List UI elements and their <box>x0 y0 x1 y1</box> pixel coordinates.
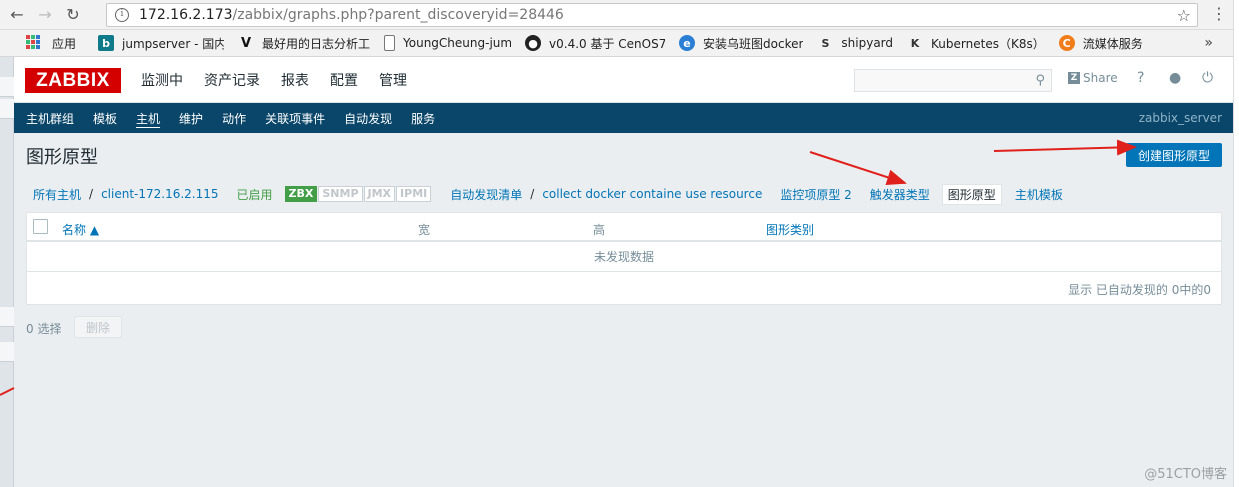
bookmark-shipyard[interactable]: Sshipyard <box>817 35 893 51</box>
bookmark-github[interactable]: ● v0.4.0 基于 CenOS7 <box>525 35 665 52</box>
bookmark-star-icon[interactable]: ☆ <box>1177 6 1191 25</box>
github-icon: ● <box>525 35 542 51</box>
selected-count: 0 选择 <box>26 322 62 336</box>
forward-arrow-icon[interactable]: → <box>34 4 56 26</box>
server-name: zabbix_server <box>1138 111 1222 125</box>
availability-ipmi: IPMI <box>396 186 432 202</box>
tab-graph-prototypes[interactable]: 图形原型 <box>941 183 1002 205</box>
breadcrumb-host[interactable]: client-172.16.2.115 <box>101 187 218 201</box>
page-title: 图形原型 <box>26 147 98 168</box>
zabbix-header: ZABBIX 监测中 资产记录 报表 配置 管理 ⚲ Z Share ? ● ⏻ <box>14 57 1233 103</box>
availability-jmx: JMX <box>363 186 396 202</box>
address-bar[interactable]: i 172.16.2.173/zabbix/graphs.php?parent_… <box>106 3 1198 27</box>
subnav-host-groups[interactable]: 主机群组 <box>26 110 74 127</box>
subnav-event-correlation[interactable]: 关联项事件 <box>265 110 325 127</box>
user-profile-icon[interactable]: ● <box>1169 70 1181 86</box>
help-icon[interactable]: ? <box>1137 70 1144 86</box>
status-badge[interactable]: 已启用 <box>237 186 273 203</box>
zabbix-share-icon: Z <box>1068 72 1080 84</box>
background-window-edge <box>0 57 14 487</box>
availability-zbx: ZBX <box>284 186 318 202</box>
tab-item-prototypes[interactable]: 监控项原型 2 <box>780 186 851 203</box>
subnav-services[interactable]: 服务 <box>411 110 435 127</box>
availability-snmp: SNMP <box>318 186 363 202</box>
table-header: 名称 ▲ 宽 高 图形类别 <box>27 213 1221 242</box>
breadcrumb-discovery-list[interactable]: 自动发现清单 <box>450 186 522 203</box>
delete-button[interactable]: 删除 <box>74 316 122 338</box>
breadcrumb: 所有主机 / client-172.16.2.115 已启用 ZBX SNMP … <box>33 183 1063 205</box>
bookmark-apps[interactable]: 应用 <box>52 35 76 52</box>
reload-icon[interactable]: ↻ <box>62 4 84 26</box>
breadcrumb-discovery-rule[interactable]: collect docker containe use resource <box>542 187 762 201</box>
select-all-checkbox[interactable] <box>33 219 48 234</box>
create-graph-prototype-button[interactable]: 创建图形原型 <box>1126 143 1222 167</box>
column-graph-type[interactable]: 图形类别 <box>766 221 814 238</box>
share-button[interactable]: Z Share <box>1068 71 1118 85</box>
sign-out-icon[interactable]: ⏻ <box>1202 70 1213 86</box>
menu-monitoring[interactable]: 监测中 <box>141 70 183 90</box>
subnav-templates[interactable]: 模板 <box>93 110 117 127</box>
bookmark-log-tool[interactable]: V 最好用的日志分析工 <box>238 35 370 52</box>
menu-configuration[interactable]: 配置 <box>330 70 358 90</box>
zabbix-logo[interactable]: ZABBIX <box>25 68 121 93</box>
browser-menu-icon[interactable]: ⋮ <box>1211 6 1227 22</box>
info-icon[interactable]: i <box>115 8 129 22</box>
k-logo-icon: K <box>910 36 920 50</box>
search-icon[interactable]: ⚲ <box>1035 73 1045 88</box>
bookmark-jumpserver[interactable]: bjumpserver - 国内... <box>98 35 224 52</box>
menu-reports[interactable]: 报表 <box>281 70 309 90</box>
tab-trigger-prototypes[interactable]: 触发器类型 <box>870 186 930 203</box>
search-input[interactable]: ⚲ <box>854 69 1052 92</box>
menu-inventory[interactable]: 资产记录 <box>204 70 260 90</box>
apps-icon[interactable] <box>26 35 40 49</box>
subnav-discovery[interactable]: 自动发现 <box>344 110 392 127</box>
table-footer-count: 显示 已自动发现的 0中的0 <box>1068 283 1211 297</box>
v-logo-icon: V <box>240 35 252 51</box>
background-window-edge-right <box>1233 0 1239 487</box>
menu-administration[interactable]: 管理 <box>379 70 407 90</box>
bookmarks-more-icon[interactable]: » <box>1204 35 1213 51</box>
watermark: @51CTO博客 <box>1144 467 1227 482</box>
bookmark-streaming[interactable]: C 流媒体服务 <box>1058 35 1143 52</box>
arrow-to-graph-prototypes-tab <box>809 151 907 186</box>
subnav-maintenance[interactable]: 维护 <box>179 110 203 127</box>
bing-icon: b <box>98 35 115 51</box>
subnav-hosts[interactable]: 主机 <box>136 110 160 127</box>
bookmark-ubuntu-docker[interactable]: e 安装乌班图docker <box>679 35 803 52</box>
bookmark-kubernetes[interactable]: K Kubernetes（K8s） <box>907 35 1045 52</box>
breadcrumb-all-hosts[interactable]: 所有主机 <box>33 186 81 203</box>
back-arrow-icon[interactable]: ← <box>6 4 28 26</box>
arrow-to-create-button <box>993 139 1137 156</box>
bookmarks-bar: 应用 bjumpserver - 国内... V最好用的日志分析工 YoungC… <box>0 30 1239 57</box>
no-data-row: 未发现数据 <box>27 242 1221 272</box>
graph-prototypes-table: 名称 ▲ 宽 高 图形类别 未发现数据 显示 已自动发现的 0中的0 <box>26 212 1222 305</box>
url-host: 172.16.2.173 <box>139 7 233 23</box>
sub-navigation: 主机群组 模板 主机 维护 动作 关联项事件 自动发现 服务 zabbix_se… <box>14 103 1233 133</box>
subnav-actions[interactable]: 动作 <box>222 110 246 127</box>
tab-host-prototypes[interactable]: 主机模板 <box>1015 186 1063 203</box>
column-name[interactable]: 名称 ▲ <box>62 221 99 238</box>
ie-icon: e <box>679 35 696 51</box>
s-logo-icon: S <box>821 36 830 50</box>
flame-icon: C <box>1058 35 1075 51</box>
bookmark-youngcheung[interactable]: YoungCheung-jum <box>384 35 511 51</box>
column-width: 宽 <box>418 223 431 237</box>
url-path: /zabbix/graphs.php?parent_discoveryid=28… <box>232 7 564 23</box>
column-height: 高 <box>593 223 606 237</box>
main-menu: 监测中 资产记录 报表 配置 管理 <box>141 57 428 103</box>
page-icon <box>384 35 396 51</box>
